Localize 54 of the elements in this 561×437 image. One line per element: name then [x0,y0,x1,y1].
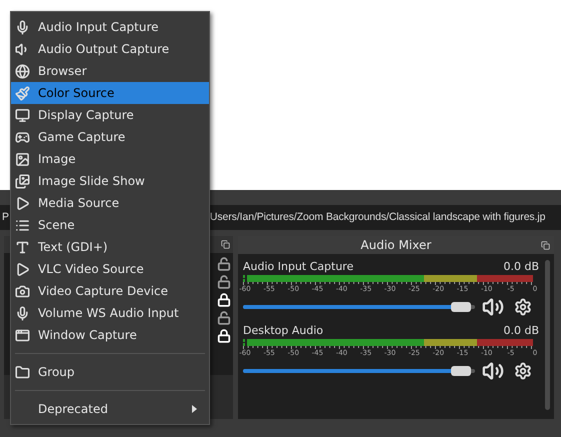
menu-item[interactable]: Volume WS Audio Input [11,302,209,324]
gamepad-icon [15,130,30,144]
menu-item[interactable]: VLC Video Source [11,258,209,280]
image-icon [15,152,30,166]
paintbrush-icon [15,86,30,100]
volume-slider[interactable] [243,366,475,376]
panel-title: Audio Mixer [360,237,432,254]
lock-icon[interactable] [217,329,231,343]
unlocked-icon[interactable] [217,275,231,289]
lock-icon[interactable] [217,293,231,307]
microphone-icon [15,20,30,34]
menu-item[interactable]: Scene [11,214,209,236]
menu-item[interactable]: Text (GDI+) [11,236,209,258]
camera-icon [15,284,30,298]
menu-item[interactable]: Game Capture [11,126,209,148]
volume-slider[interactable] [243,302,475,312]
globe-icon [15,64,30,78]
channel-name: Audio Input Capture [243,260,354,274]
float-icon[interactable] [541,240,550,250]
speaker-icon[interactable] [482,360,504,382]
unlocked-icon[interactable] [217,257,231,271]
menu-item[interactable]: Video Capture Device [11,280,209,302]
path-label: P [2,210,9,225]
microphone-icon [15,306,30,320]
window-icon [15,328,30,342]
monitor-icon [15,108,30,122]
file-path: Users/Ian/Pictures/Zoom Backgrounds/Classical landscape with figures.jp [210,210,546,225]
menu-item[interactable]: Group [11,361,209,383]
list-icon [15,218,30,232]
channel-name: Desktop Audio [243,324,324,338]
menu-item[interactable]: Image Slide Show [11,170,209,192]
settings-icon[interactable] [514,362,532,380]
menu-item[interactable]: Media Source [11,192,209,214]
folder-icon [15,364,30,380]
menu-item[interactable]: Browser [11,60,209,82]
images-icon [15,174,30,188]
float-icon[interactable] [221,240,230,249]
text-icon [15,240,30,254]
menu-item[interactable]: Window Capture [11,324,209,346]
menu-item[interactable]: Deprecated [11,398,209,420]
menu-item[interactable]: Display Capture [11,104,209,126]
menu-item[interactable]: Color Source [11,82,209,104]
settings-icon[interactable] [514,298,532,316]
play-icon [15,196,30,210]
scrollbar[interactable] [545,260,550,410]
unlocked-icon[interactable] [217,311,231,325]
submenu-arrow-icon [192,405,197,413]
menu-item[interactable]: Audio Output Capture [11,38,209,60]
volume-reading: 0.0 dB [503,324,539,338]
volume-reading: 0.0 dB [503,260,539,274]
speaker-icon[interactable] [482,296,504,318]
play-icon [15,262,30,276]
menu-item[interactable]: Audio Input Capture [11,16,209,38]
menu-item[interactable]: Image [11,148,209,170]
